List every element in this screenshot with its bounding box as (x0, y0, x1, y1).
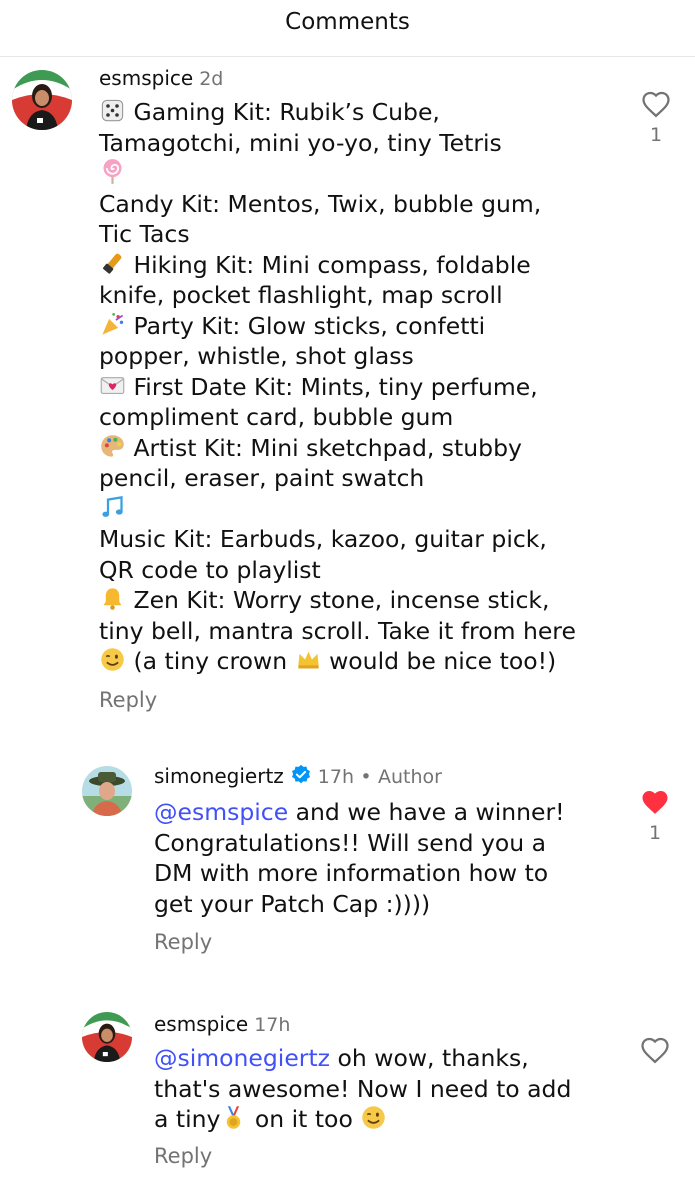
wink-icon (99, 646, 126, 673)
text-segment: Tamagotchi, mini yo-yo, tiny Tetris (99, 128, 502, 157)
text-segment: Party Kit: Glow sticks, confetti (133, 311, 486, 340)
comment-line: compliment card, bubble gum (99, 402, 639, 433)
text-segment: Gaming Kit: Rubik’s Cube, (133, 98, 440, 126)
heart-outline-icon (635, 1036, 675, 1064)
text-segment: tiny bell, mantra scroll. Take it from h… (99, 616, 576, 645)
comment-line: Artist Kit: Mini sketchpad, stubby (99, 433, 639, 464)
timestamp: 17h (254, 1014, 291, 1036)
like-count: 1 (648, 822, 662, 844)
avatar[interactable] (82, 766, 132, 816)
comment-line: Tic Tacs (99, 219, 639, 250)
comment-line: knife, pocket flashlight, map scroll (99, 280, 639, 311)
comment-1: esmspice 2d Gaming Kit: Rubik’s Cube, Tama… (99, 66, 639, 713)
comment-meta: esmspice 2d (99, 66, 639, 91)
comment-line: Tamagotchi, mini yo-yo, tiny Tetris (99, 128, 639, 159)
text-segment: a tiny (154, 1105, 221, 1133)
comment-2: simonegiertz 17h • Author @esmspice and w… (154, 764, 624, 955)
flashlight-icon (99, 250, 126, 277)
lollipop-icon (99, 158, 126, 185)
text-segment: QR code to playlist (99, 555, 321, 584)
text-segment: Hiking Kit: Mini compass, foldable (133, 250, 531, 279)
party-popper-icon (99, 311, 126, 338)
comment-line: First Date Kit: Mints, tiny perfume, (99, 372, 639, 403)
like-button[interactable]: 1 (635, 788, 675, 844)
username[interactable]: simonegiertz (154, 764, 284, 788)
comment-text: @esmspice and we have a winner! Congratu… (154, 797, 624, 919)
avatar[interactable] (12, 70, 72, 130)
comment-meta: simonegiertz 17h • Author (154, 764, 624, 791)
comment-line: get your Patch Cap :)))) (154, 889, 431, 918)
comment-3: esmspice 17h @simonegiertz oh wow, thanks… (154, 1012, 624, 1169)
text-segment: on it too (247, 1105, 353, 1133)
text-segment: Candy Kit: Mentos, Twix, bubble gum, (99, 189, 542, 218)
text-segment: Zen Kit: Worry stone, incense stick, (133, 586, 550, 614)
comment-line: (a tiny crown would be nice too!) (99, 646, 639, 677)
comment-line: pencil, eraser, paint swatch (99, 463, 639, 494)
comment-line: that's awesome! Now I need to add (154, 1074, 572, 1103)
love-letter-icon (99, 372, 126, 399)
medal-icon (220, 1104, 247, 1131)
comment-line (99, 158, 639, 189)
text-segment: Tic Tacs (99, 220, 190, 248)
verified-badge-icon (290, 764, 312, 791)
page-title: Comments (285, 9, 410, 35)
timestamp: 17h (317, 766, 355, 788)
text-segment: Music Kit: Earbuds, kazoo, guitar pick, (99, 525, 547, 553)
comment-line: a tiny on it too (154, 1104, 624, 1135)
text-segment: First Date Kit: Mints, tiny perfume, (133, 372, 538, 401)
comment-line: Hiking Kit: Mini compass, foldable (99, 250, 639, 281)
text-segment: compliment card, bubble gum (99, 403, 454, 431)
text-segment: popper, whistle, shot glass (99, 342, 414, 370)
separator-dot: • (360, 766, 372, 788)
music-notes-icon (99, 494, 126, 521)
mention-link[interactable]: @esmspice (154, 798, 288, 826)
comment-line: Music Kit: Earbuds, kazoo, guitar pick, (99, 524, 639, 555)
comment-line: QR code to playlist (99, 555, 639, 586)
text-segment: knife, pocket flashlight, map scroll (99, 281, 503, 309)
comment-line: Gaming Kit: Rubik’s Cube, (99, 97, 639, 128)
author-label: Author (377, 766, 442, 788)
text-segment: Artist Kit: Mini sketchpad, stubby (133, 433, 522, 462)
wink-icon (360, 1104, 387, 1131)
reply-button[interactable]: Reply (99, 687, 639, 713)
timestamp: 2d (199, 68, 224, 90)
bell-icon (99, 585, 126, 612)
username[interactable]: esmspice (154, 1012, 248, 1036)
comment-line: Candy Kit: Mentos, Twix, bubble gum, (99, 189, 639, 220)
like-button[interactable] (635, 1036, 675, 1064)
comment-text: Gaming Kit: Rubik’s Cube, Tamagotchi, min… (99, 97, 639, 677)
username[interactable]: esmspice (99, 66, 193, 90)
text-segment: pencil, eraser, paint swatch (99, 464, 425, 492)
comment-line (99, 494, 639, 525)
text-segment: (a tiny crown (133, 647, 288, 675)
header-divider (0, 56, 695, 57)
comment-text: @simonegiertz oh wow, thanks, that's awe… (154, 1043, 624, 1135)
text-segment: would be nice too!) (329, 647, 557, 675)
comment-line: DM with more information how to (154, 859, 549, 887)
heart-filled-icon (635, 788, 675, 816)
avatar[interactable] (82, 1012, 132, 1062)
reply-button[interactable]: Reply (154, 929, 624, 955)
comment-line: oh wow, thanks, (330, 1044, 529, 1072)
like-button[interactable]: 1 (636, 90, 676, 146)
comment-meta: esmspice 17h (154, 1012, 624, 1037)
dice-icon (99, 97, 126, 124)
heart-outline-icon (636, 90, 676, 118)
comment-line: popper, whistle, shot glass (99, 341, 639, 372)
mention-link[interactable]: @simonegiertz (154, 1044, 330, 1072)
comment-line: Zen Kit: Worry stone, incense stick, (99, 585, 639, 616)
reply-button[interactable]: Reply (154, 1143, 624, 1169)
comment-line: Party Kit: Glow sticks, confetti (99, 311, 639, 342)
crown-icon (295, 646, 322, 673)
like-count: 1 (649, 124, 663, 146)
comment-line: and we have a winner! (288, 798, 565, 826)
comment-line: Congratulations!! Will send you a (154, 828, 547, 857)
comment-line: tiny bell, mantra scroll. Take it from h… (99, 616, 639, 647)
palette-icon (99, 433, 126, 460)
comments-header: Comments (0, 0, 695, 44)
